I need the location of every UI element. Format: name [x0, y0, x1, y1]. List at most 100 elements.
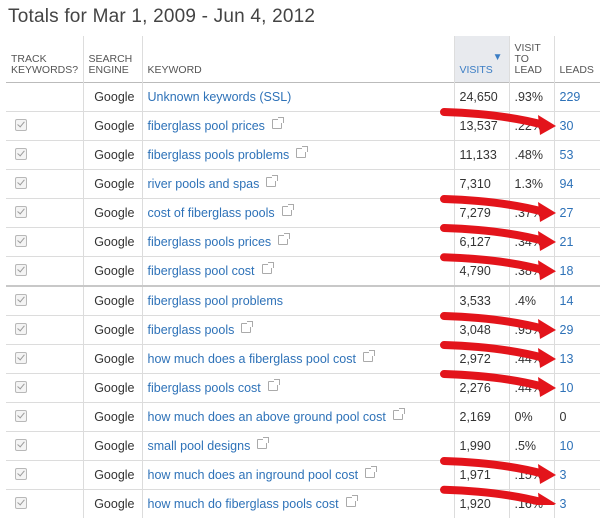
keyword-link[interactable]: small pool designs	[148, 439, 251, 453]
keyword-link[interactable]: fiberglass pool cost	[148, 264, 255, 278]
visit-to-lead-cell: .15%	[509, 461, 554, 490]
external-link-icon[interactable]	[393, 410, 403, 420]
track-keyword-checkbox[interactable]	[15, 439, 27, 451]
leads-cell[interactable]: 10	[554, 432, 600, 461]
track-keyword-checkbox[interactable]	[15, 235, 27, 247]
leads-cell[interactable]: 229	[554, 83, 600, 112]
keyword-cell: fiberglass pools problems	[142, 141, 454, 170]
table-row: GoogleUnknown keywords (SSL)24,650.93%22…	[6, 83, 600, 112]
track-cell	[6, 461, 83, 490]
track-keyword-checkbox[interactable]	[15, 119, 27, 131]
keyword-link[interactable]: river pools and spas	[148, 177, 260, 191]
table-row: Googlefiberglass pool cost4,790.38%18	[6, 257, 600, 287]
search-engine-cell: Google	[83, 432, 142, 461]
visit-to-lead-cell: .5%	[509, 432, 554, 461]
leads-cell[interactable]: 14	[554, 286, 600, 316]
keyword-cell: Unknown keywords (SSL)	[142, 83, 454, 112]
visit-to-lead-cell: .37%	[509, 199, 554, 228]
track-keyword-checkbox[interactable]	[15, 410, 27, 422]
visits-cell: 6,127	[454, 228, 509, 257]
keyword-cell: how much does a fiberglass pool cost	[142, 345, 454, 374]
track-keyword-checkbox[interactable]	[15, 264, 27, 276]
table-row: Googlehow much does a fiberglass pool co…	[6, 345, 600, 374]
keyword-cell: fiberglass pool problems	[142, 286, 454, 316]
table-row: Googlefiberglass pools prices6,127.34%21	[6, 228, 600, 257]
track-keyword-checkbox[interactable]	[15, 468, 27, 480]
track-cell	[6, 199, 83, 228]
keyword-link[interactable]: fiberglass pools problems	[148, 148, 290, 162]
visits-cell: 1,920	[454, 490, 509, 518]
keyword-link[interactable]: how much does a fiberglass pool cost	[148, 352, 356, 366]
track-keyword-checkbox[interactable]	[15, 352, 27, 364]
search-engine-cell: Google	[83, 83, 142, 112]
external-link-icon[interactable]	[266, 177, 276, 187]
table-row: Googlehow much does an above ground pool…	[6, 403, 600, 432]
external-link-icon[interactable]	[272, 119, 282, 129]
keyword-cell: fiberglass pools prices	[142, 228, 454, 257]
table-row: Googlesmall pool designs1,990.5%10	[6, 432, 600, 461]
table-header-row: TRACK KEYWORDS? SEARCH ENGINE KEYWORD ▼ …	[6, 36, 600, 83]
track-cell	[6, 141, 83, 170]
visit-to-lead-cell: .38%	[509, 257, 554, 287]
visits-cell: 13,537	[454, 112, 509, 141]
external-link-icon[interactable]	[262, 264, 272, 274]
search-engine-cell: Google	[83, 199, 142, 228]
leads-cell[interactable]: 10	[554, 374, 600, 403]
visit-to-lead-cell: .44%	[509, 345, 554, 374]
track-cell	[6, 432, 83, 461]
track-keyword-checkbox[interactable]	[15, 177, 27, 189]
leads-cell[interactable]: 21	[554, 228, 600, 257]
leads-cell[interactable]: 13	[554, 345, 600, 374]
track-keyword-checkbox[interactable]	[15, 294, 27, 306]
visits-cell: 7,279	[454, 199, 509, 228]
header-leads[interactable]: LEADS	[554, 36, 600, 83]
keyword-link[interactable]: fiberglass pools cost	[148, 381, 261, 395]
visits-cell: 1,971	[454, 461, 509, 490]
header-keyword[interactable]: KEYWORD	[142, 36, 454, 83]
external-link-icon[interactable]	[296, 148, 306, 158]
header-visit-to-lead[interactable]: VISIT TO LEAD	[509, 36, 554, 83]
track-keyword-checkbox[interactable]	[15, 323, 27, 335]
external-link-icon[interactable]	[363, 352, 373, 362]
keyword-cell: fiberglass pools	[142, 316, 454, 345]
header-search-engine: SEARCH ENGINE	[83, 36, 142, 83]
track-keyword-checkbox[interactable]	[15, 206, 27, 218]
visits-cell: 3,048	[454, 316, 509, 345]
keyword-link[interactable]: Unknown keywords (SSL)	[148, 90, 292, 104]
track-keyword-checkbox[interactable]	[15, 148, 27, 160]
visit-to-lead-cell: .44%	[509, 374, 554, 403]
keyword-link[interactable]: cost of fiberglass pools	[148, 206, 275, 220]
leads-cell[interactable]: 3	[554, 461, 600, 490]
track-keyword-checkbox[interactable]	[15, 381, 27, 393]
header-visits[interactable]: ▼ VISITS	[454, 36, 509, 83]
external-link-icon[interactable]	[278, 235, 288, 245]
leads-cell: 0	[554, 403, 600, 432]
keyword-link[interactable]: fiberglass pool prices	[148, 119, 265, 133]
keyword-link[interactable]: fiberglass pools	[148, 323, 235, 337]
external-link-icon[interactable]	[268, 381, 278, 391]
keyword-link[interactable]: how much do fiberglass pools cost	[148, 497, 339, 511]
external-link-icon[interactable]	[282, 206, 292, 216]
visit-to-lead-cell: .4%	[509, 286, 554, 316]
keyword-link[interactable]: fiberglass pools prices	[148, 235, 272, 249]
leads-cell[interactable]: 53	[554, 141, 600, 170]
table-row: Googlefiberglass pools cost2,276.44%10	[6, 374, 600, 403]
track-keyword-checkbox[interactable]	[15, 497, 27, 509]
external-link-icon[interactable]	[241, 323, 251, 333]
keyword-link[interactable]: how much does an inground pool cost	[148, 468, 359, 482]
track-cell	[6, 257, 83, 287]
leads-cell[interactable]: 18	[554, 257, 600, 287]
search-engine-cell: Google	[83, 257, 142, 287]
leads-cell[interactable]: 30	[554, 112, 600, 141]
keyword-link[interactable]: how much does an above ground pool cost	[148, 410, 386, 424]
keyword-link[interactable]: fiberglass pool problems	[148, 294, 284, 308]
external-link-icon[interactable]	[365, 468, 375, 478]
leads-cell[interactable]: 94	[554, 170, 600, 199]
external-link-icon[interactable]	[346, 497, 356, 507]
leads-cell[interactable]: 27	[554, 199, 600, 228]
track-cell	[6, 403, 83, 432]
external-link-icon[interactable]	[257, 439, 267, 449]
leads-cell[interactable]: 3	[554, 490, 600, 518]
visits-cell: 24,650	[454, 83, 509, 112]
leads-cell[interactable]: 29	[554, 316, 600, 345]
